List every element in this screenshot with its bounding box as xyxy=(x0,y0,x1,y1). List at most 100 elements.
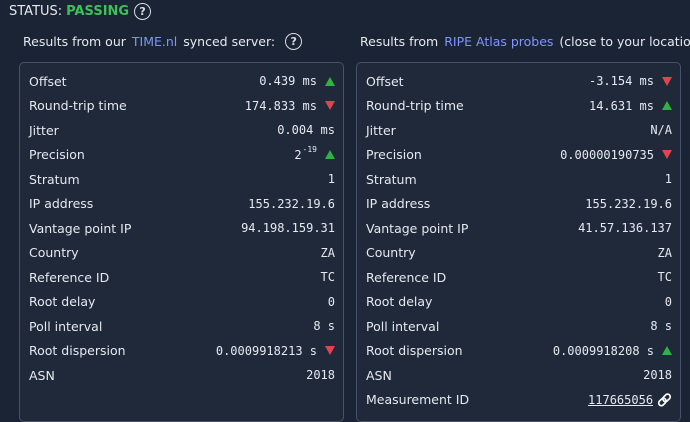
metric-label: Stratum xyxy=(366,171,417,187)
metric-value-text: 174.833 ms xyxy=(244,98,317,113)
metric-value: 0.00000190735 xyxy=(560,148,672,162)
metric-value-text: 1 xyxy=(664,172,672,186)
status-value: PASSING xyxy=(66,3,130,19)
metric-value-text: 8 s xyxy=(650,319,672,333)
metric-label: Country xyxy=(29,245,79,260)
metric-value-text: 2018 xyxy=(306,368,335,382)
metric-label: IP address xyxy=(29,196,94,211)
right-results-panel: Offset -3.154 ms Round-trip time 14.631 ms J… xyxy=(356,62,681,422)
metric-value-text: 0 xyxy=(664,294,672,309)
metric-value-text: 0.0009918213 s xyxy=(215,343,317,358)
metric-label: ASN xyxy=(366,367,392,383)
metric-row-country: Country ZA xyxy=(20,241,343,265)
metric-row-precision: Precision 2 -19 xyxy=(20,143,343,167)
metric-value-text: -3.154 ms xyxy=(588,74,654,88)
metric-label: Vantage point IP xyxy=(366,220,469,236)
metric-value-text: ZA xyxy=(320,245,335,260)
metric-label: Poll interval xyxy=(29,318,103,334)
measurement-id-link[interactable]: 117665056 xyxy=(588,393,653,407)
metric-value: 0.0009918213 s xyxy=(216,344,335,358)
metric-row-jitter: Jitter 0.004 ms xyxy=(20,118,343,142)
metric-value: 94.198.159.31 xyxy=(241,221,335,235)
right-title-prefix: Results from xyxy=(360,33,439,49)
metric-label: Round-trip time xyxy=(366,98,464,113)
metric-label: Precision xyxy=(366,147,422,162)
metric-label: Precision xyxy=(29,147,85,162)
metric-row-round-trip-time: Round-trip time 174.833 ms xyxy=(20,94,343,118)
metric-value: ZA xyxy=(658,246,672,260)
left-results-panel: Offset 0.439 ms Round-trip time 174.833 ms J… xyxy=(19,62,344,422)
metric-value-text: 0 xyxy=(327,294,335,309)
trend-up-icon xyxy=(325,76,335,86)
metric-row-jitter: Jitter N/A xyxy=(357,118,680,142)
help-icon[interactable]: ? xyxy=(285,32,303,50)
metric-row-root-dispersion: Root dispersion 0.0009918213 s xyxy=(20,339,343,363)
metric-value: 1 xyxy=(665,172,672,186)
metric-value: TC xyxy=(321,270,335,284)
external-link-icon[interactable]: 🔗 xyxy=(657,393,672,407)
metric-label: Root delay xyxy=(29,294,96,309)
time-nl-link[interactable]: TIME.nl xyxy=(132,34,177,49)
help-icon[interactable]: ? xyxy=(134,2,152,20)
metric-value: ZA xyxy=(321,246,335,260)
trend-down-icon xyxy=(325,346,335,355)
metric-value-text: 0.0009918208 s xyxy=(552,343,654,358)
metric-label: Reference ID xyxy=(366,269,447,285)
metric-value-text: 0.00000190735 xyxy=(560,147,654,162)
metric-value: N/A xyxy=(650,123,672,137)
metric-row-stratum: Stratum 1 xyxy=(20,167,343,191)
metric-value-text: 155.232.19.6 xyxy=(248,196,335,211)
metric-row-poll-interval: Poll interval 8 s xyxy=(357,314,680,338)
metric-label: Jitter xyxy=(366,122,396,138)
metric-label: Stratum xyxy=(29,171,80,187)
metric-row-reference-id: Reference ID TC xyxy=(357,265,680,289)
metric-label: IP address xyxy=(366,196,431,211)
trend-up-icon xyxy=(325,150,335,159)
metric-value: 0 xyxy=(328,295,335,309)
metric-value-text: 0.004 ms xyxy=(277,123,335,137)
metric-label: Measurement ID xyxy=(366,392,470,407)
metric-value: 155.232.19.6 xyxy=(248,197,335,211)
metric-value: 41.57.136.137 xyxy=(578,221,672,235)
metric-row-vantage-point-ip: Vantage point IP 41.57.136.137 xyxy=(357,216,680,240)
metric-label: Poll interval xyxy=(366,318,440,334)
metric-value-text: TC xyxy=(320,270,335,284)
metric-value: 0.439 ms xyxy=(259,74,335,88)
metric-label: ASN xyxy=(29,367,55,383)
metric-value-text: 2018 xyxy=(643,368,672,382)
metric-value-text: 1 xyxy=(327,172,335,186)
metric-value: 1 xyxy=(328,172,335,186)
metric-label: Round-trip time xyxy=(29,98,127,113)
trend-up-icon xyxy=(662,346,672,355)
metric-row-root-delay: Root delay 0 xyxy=(357,290,680,314)
metric-value-text: 14.631 ms xyxy=(588,98,654,113)
metric-value: -3.154 ms xyxy=(589,74,672,88)
metric-value: 0 xyxy=(665,295,672,309)
status-label: STATUS: xyxy=(9,3,63,19)
metric-label: Jitter xyxy=(29,122,59,138)
metric-value: 8 s xyxy=(650,319,672,333)
metric-value-text: N/A xyxy=(650,123,672,137)
metric-value-text: TC xyxy=(657,270,672,284)
metric-value[interactable]: 117665056 🔗 xyxy=(588,393,672,407)
metric-row-precision: Precision 0.00000190735 xyxy=(357,143,680,167)
metric-value: 2 -19 xyxy=(294,145,335,162)
metric-value-text: ZA xyxy=(657,245,672,260)
metric-value-text: 41.57.136.137 xyxy=(578,221,672,235)
trend-down-icon xyxy=(325,101,335,110)
metric-value-text: 2 xyxy=(294,147,302,162)
metric-row-ip-address: IP address 155.232.19.6 xyxy=(20,192,343,216)
left-section-title: Results from our TIME.nl synced server: … xyxy=(23,31,303,51)
metric-label: Reference ID xyxy=(29,269,110,285)
metric-value: 0.0009918208 s xyxy=(553,344,672,358)
metric-label: Offset xyxy=(29,73,67,89)
metric-label: Offset xyxy=(366,73,404,89)
metric-label: Country xyxy=(366,245,416,260)
metric-label: Root dispersion xyxy=(29,343,126,358)
ripe-atlas-link[interactable]: RIPE Atlas probes xyxy=(444,34,553,49)
metric-value: 14.631 ms xyxy=(589,99,672,113)
metric-value-text: 0.439 ms xyxy=(259,74,317,88)
status-row: STATUS: PASSING ? xyxy=(9,1,152,21)
metric-row-ip-address: IP address 155.232.19.6 xyxy=(357,192,680,216)
metric-row-asn: ASN 2018 xyxy=(20,363,343,387)
